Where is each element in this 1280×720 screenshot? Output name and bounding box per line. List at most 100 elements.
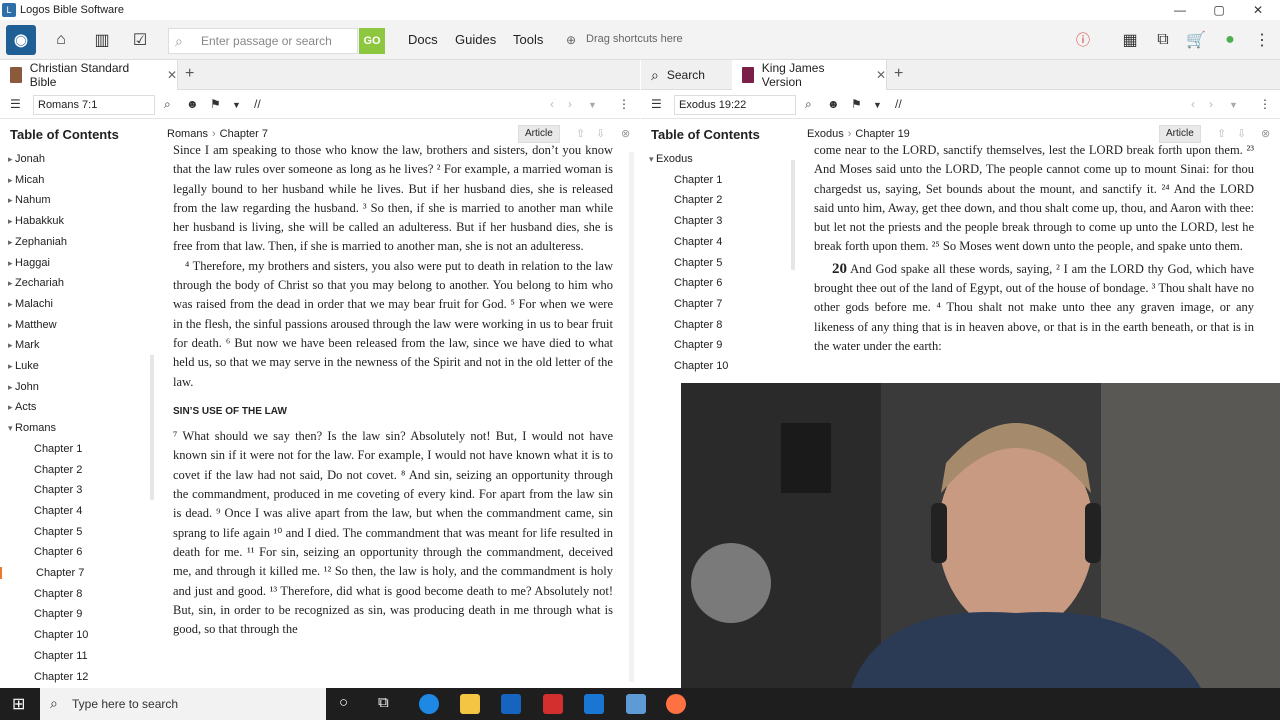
toc-book-haggai[interactable]: ▸ Haggai <box>8 257 50 269</box>
back-icon[interactable]: ‹ <box>1191 97 1195 111</box>
forward-icon[interactable]: › <box>1209 97 1213 111</box>
toc-chapter-10[interactable]: Chapter 10 <box>34 629 88 641</box>
tasks-icon[interactable]: ☑ <box>126 26 154 54</box>
chevron-down-icon[interactable]: ▼ <box>232 100 241 110</box>
toc-book-acts[interactable]: ▸ Acts <box>8 401 36 413</box>
user-status-icon[interactable]: ● <box>1216 26 1244 54</box>
toc-chapter-2[interactable]: Chapter 2 <box>34 464 82 476</box>
toc-chapter-1[interactable]: Chapter 1 <box>34 443 82 455</box>
search-icon[interactable]: ⌕ <box>805 97 812 112</box>
toc-book-jonah[interactable]: ▸ Jonah <box>8 153 45 165</box>
text-scrollbar[interactable] <box>629 152 634 682</box>
tab-king-james-version[interactable]: King James Version ✕ <box>732 60 887 90</box>
toc-chapter-4[interactable]: Chapter 4 <box>674 236 722 248</box>
logos-taskbar-icon[interactable] <box>626 694 646 714</box>
tab-search[interactable]: ⌕ Search <box>641 60 731 90</box>
toc-book-exodus[interactable]: ▾ Exodus <box>649 153 693 165</box>
panel-menu-icon[interactable]: ☰ <box>651 97 662 111</box>
panel-more-icon[interactable]: ⋮ <box>618 97 630 111</box>
forward-icon[interactable]: › <box>568 97 572 111</box>
back-icon[interactable]: ‹ <box>550 97 554 111</box>
visual-filters-icon[interactable]: ⚑ <box>210 97 221 111</box>
home-icon[interactable]: ⌂ <box>47 26 75 54</box>
toc-book-zephaniah[interactable]: ▸ Zephaniah <box>8 236 67 248</box>
chevron-down-icon[interactable]: ▼ <box>873 100 882 110</box>
visual-filters-icon[interactable]: ⚑ <box>851 97 862 111</box>
file-explorer-icon[interactable] <box>460 694 480 714</box>
close-tab-icon[interactable]: ✕ <box>876 68 886 82</box>
taskbar-search-input[interactable]: ⌕ Type here to search <box>40 688 326 720</box>
toc-chapter-3[interactable]: Chapter 3 <box>674 215 722 227</box>
reference-input[interactable]: Exodus 19:22 <box>674 95 796 115</box>
tab-christian-standard-bible[interactable]: Christian Standard Bible ✕ <box>0 60 178 90</box>
toc-chapter-8[interactable]: Chapter 8 <box>674 319 722 331</box>
more-menu-icon[interactable]: ⋮ <box>1248 26 1276 54</box>
toc-book-matthew[interactable]: ▸ Matthew <box>8 319 57 331</box>
people-icon[interactable]: ☻ <box>827 97 840 111</box>
toc-chapter-3[interactable]: Chapter 3 <box>34 484 82 496</box>
breadcrumb-chapter[interactable]: Chapter 7 <box>220 128 268 140</box>
mail-icon[interactable] <box>584 694 604 714</box>
toc-scrollbar[interactable] <box>791 160 795 270</box>
docs-menu[interactable]: Docs <box>408 32 438 47</box>
toc-book-zechariah[interactable]: ▸ Zechariah <box>8 277 64 289</box>
add-tab-icon[interactable]: + <box>185 65 194 83</box>
library-icon[interactable]: ▥ <box>88 26 116 54</box>
breadcrumb-book[interactable]: Exodus <box>807 128 844 140</box>
cortana-icon[interactable]: ○ <box>339 694 348 711</box>
people-icon[interactable]: ☻ <box>186 97 199 111</box>
close-window-button[interactable]: ✕ <box>1238 0 1278 20</box>
toc-book-nahum[interactable]: ▸ Nahum <box>8 194 51 206</box>
guides-menu[interactable]: Guides <box>455 32 496 47</box>
toc-chapter-5[interactable]: Chapter 5 <box>34 526 82 538</box>
toc-chapter-6[interactable]: Chapter 6 <box>674 277 722 289</box>
toc-scrollbar[interactable] <box>150 355 154 500</box>
cart-icon[interactable]: 🛒 <box>1182 26 1210 54</box>
search-icon[interactable]: ⌕ <box>164 97 171 112</box>
store-icon[interactable] <box>501 694 521 714</box>
maximize-button[interactable]: ▢ <box>1199 0 1239 20</box>
logos-home-icon[interactable]: ◉ <box>6 25 36 55</box>
toc-chapter-4[interactable]: Chapter 4 <box>34 505 82 517</box>
panel-more-icon[interactable]: ⋮ <box>1259 97 1271 111</box>
firefox-icon[interactable] <box>666 694 686 714</box>
toc-chapter-7[interactable]: Chapter 7 <box>674 298 722 310</box>
passage-search-input[interactable]: ⌕ Enter passage or search <box>168 28 358 54</box>
toc-chapter-11[interactable]: Chapter 11 <box>34 650 88 662</box>
toc-book-luke[interactable]: ▸ Luke <box>8 360 39 372</box>
alert-icon[interactable]: ⓘ <box>1069 26 1097 54</box>
parallel-resources-icon[interactable]: // <box>895 97 902 111</box>
toc-chapter-6[interactable]: Chapter 6 <box>34 546 82 558</box>
breadcrumb-book[interactable]: Romans <box>167 128 208 140</box>
toc-chapter-9[interactable]: Chapter 9 <box>34 608 82 620</box>
edge-icon[interactable] <box>419 694 439 714</box>
toc-chapter-12[interactable]: Chapter 12 <box>34 671 88 683</box>
down-arrow-icon[interactable]: ⇩ <box>596 127 605 140</box>
history-dropdown-icon[interactable]: ▼ <box>588 100 597 110</box>
layouts-icon[interactable]: ▦ <box>1116 26 1144 54</box>
down-arrow-icon[interactable]: ⇩ <box>1237 127 1246 140</box>
toc-chapter-7[interactable]: Chapter 7 <box>0 567 146 579</box>
breadcrumb-chapter[interactable]: Chapter 19 <box>855 128 909 140</box>
drag-shortcuts-area[interactable]: Drag shortcuts here <box>586 33 683 45</box>
history-dropdown-icon[interactable]: ▼ <box>1229 100 1238 110</box>
toc-book-habakkuk[interactable]: ▸ Habakkuk <box>8 215 64 227</box>
minimize-button[interactable]: — <box>1160 0 1200 20</box>
panel-menu-icon[interactable]: ☰ <box>10 97 21 111</box>
gift-icon[interactable] <box>543 694 563 714</box>
close-toc-icon[interactable]: ⊗ <box>621 127 630 140</box>
task-view-icon[interactable]: ⧉ <box>378 694 389 711</box>
toc-chapter-5[interactable]: Chapter 5 <box>674 257 722 269</box>
toc-chapter-2[interactable]: Chapter 2 <box>674 194 722 206</box>
close-toc-icon[interactable]: ⊗ <box>1261 127 1270 140</box>
window-tools-icon[interactable]: ⧉ <box>1149 26 1177 54</box>
add-tab-icon[interactable]: + <box>894 65 903 83</box>
close-tab-icon[interactable]: ✕ <box>167 68 177 82</box>
toc-book-micah[interactable]: ▸ Micah <box>8 174 44 186</box>
windows-start-icon[interactable]: ⊞ <box>12 694 25 714</box>
toc-book-mark[interactable]: ▸ Mark <box>8 339 39 351</box>
toc-book-john[interactable]: ▸ John <box>8 381 39 393</box>
go-button[interactable]: GO <box>359 28 385 54</box>
up-arrow-icon[interactable]: ⇧ <box>1217 127 1226 140</box>
parallel-resources-icon[interactable]: // <box>254 97 261 111</box>
